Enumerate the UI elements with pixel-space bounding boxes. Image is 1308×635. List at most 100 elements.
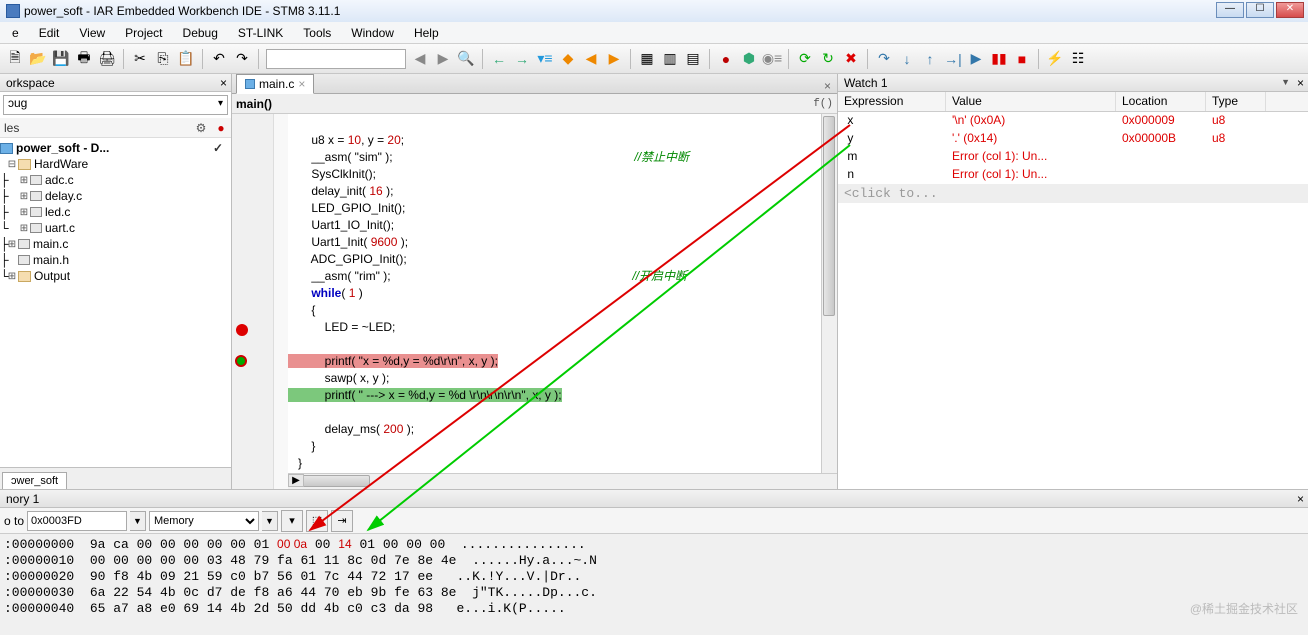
memory-goto-input[interactable] — [27, 511, 127, 531]
rebuild-icon[interactable]: ◉≡ — [761, 48, 783, 70]
watch-row[interactable]: nError (col 1): Un... — [838, 166, 1308, 184]
print-icon[interactable]: 🖨 — [96, 48, 118, 70]
find-prev-icon[interactable]: ◀ — [409, 48, 431, 70]
step-into-icon[interactable]: ↓ — [896, 48, 918, 70]
memory-close-icon[interactable]: × — [1297, 492, 1304, 506]
editor-scrollbar-horizontal[interactable]: ◀▶ — [288, 473, 837, 489]
watch-dropdown-icon[interactable]: ▼ — [1281, 77, 1290, 87]
menu-bar: e Edit View Project Debug ST-LINK Tools … — [0, 22, 1308, 44]
memory-hex-view[interactable]: :00000000 9a ca 00 00 00 00 00 01 00 0a … — [0, 534, 1308, 619]
reset-icon[interactable]: ■ — [1011, 48, 1033, 70]
watch-close-icon[interactable]: × — [1297, 76, 1304, 90]
menu-debug[interactable]: Debug — [173, 23, 228, 43]
watch-col-expression[interactable]: Expression — [838, 92, 946, 111]
find-icon[interactable]: 🔍 — [455, 48, 477, 70]
maximize-button[interactable]: ☐ — [1246, 2, 1274, 18]
files-column-header: les — [0, 121, 191, 135]
close-button[interactable]: ✕ — [1276, 2, 1304, 18]
memory-header: nory 1 × — [0, 490, 1308, 508]
timeline-icon[interactable]: ☷ — [1067, 48, 1089, 70]
project-node[interactable]: power_soft - D... — [16, 141, 109, 155]
editor-panel: main.c× main() f() u8 x = 10, y = 20; __… — [232, 74, 838, 489]
open-file-icon[interactable]: 📂 — [27, 48, 49, 70]
workspace-close-icon[interactable]: × — [220, 76, 227, 90]
step-out-icon[interactable]: ↑ — [919, 48, 941, 70]
memory-format-icon[interactable]: ▾ — [281, 510, 303, 532]
toggle-bp-icon[interactable]: ● — [715, 48, 737, 70]
next-bookmark-icon[interactable]: ▶ — [603, 48, 625, 70]
find-next-icon[interactable]: ▶ — [432, 48, 454, 70]
memory-region-select[interactable]: Memory — [149, 511, 259, 531]
file-adc[interactable]: adc.c — [45, 173, 74, 187]
save-icon[interactable]: 💾 — [50, 48, 72, 70]
compile-icon[interactable]: ▦ — [636, 48, 658, 70]
build-icon[interactable]: ▤ — [682, 48, 704, 70]
project-tree[interactable]: power_soft - D...✓ ⊟HardWare ├⊞adc.c ├⊞d… — [0, 138, 231, 467]
file-main-h[interactable]: main.h — [33, 253, 69, 267]
watch-add-row[interactable]: <click to... — [838, 184, 1308, 203]
build-all-icon[interactable]: ⬢ — [738, 48, 760, 70]
watch-col-location[interactable]: Location — [1116, 92, 1206, 111]
file-uart[interactable]: uart.c — [45, 221, 75, 235]
watch-row[interactable]: mError (col 1): Un... — [838, 148, 1308, 166]
memory-save-icon[interactable]: ⇥ — [331, 510, 353, 532]
workspace-tab[interactable]: ɔwer_soft — [2, 472, 67, 489]
step-over-icon[interactable]: ↷ — [873, 48, 895, 70]
nav-fwd-icon[interactable]: → — [511, 48, 533, 70]
function-picker-icon[interactable]: f() — [813, 98, 833, 110]
breakpoint-icon[interactable] — [236, 324, 248, 336]
new-file-icon[interactable]: 🗎 — [4, 48, 26, 70]
menu-tools[interactable]: Tools — [293, 23, 341, 43]
workspace-panel: orkspace × ɔug les ⚙ ● power_soft - D...… — [0, 74, 232, 489]
save-all-icon[interactable]: 🖶 — [73, 48, 95, 70]
download-icon[interactable]: ⟳ — [794, 48, 816, 70]
file-led[interactable]: led.c — [45, 205, 70, 219]
search-input[interactable] — [266, 49, 406, 69]
gear-icon[interactable]: ⚙ — [191, 121, 211, 135]
paste-icon[interactable]: 📋 — [175, 48, 197, 70]
go-icon[interactable]: ▶ — [965, 48, 987, 70]
memory-panel: nory 1 × o to ▼ Memory▼ ▾ ⬚ ⇥ :00000000 … — [0, 489, 1308, 632]
function-nav[interactable]: main() — [236, 97, 272, 111]
watch-col-value[interactable]: Value — [946, 92, 1116, 111]
watch-col-type[interactable]: Type — [1206, 92, 1266, 111]
undo-icon[interactable]: ↶ — [208, 48, 230, 70]
editor-tab[interactable]: main.c× — [236, 74, 314, 94]
toggle-bookmark-icon[interactable]: ◆ — [557, 48, 579, 70]
workspace-header: orkspace × — [0, 74, 231, 92]
stop-debug-icon[interactable]: ✖ — [840, 48, 862, 70]
code-editor[interactable]: u8 x = 10, y = 20; __asm( "sim" ); //禁止中… — [288, 116, 689, 472]
config-dropdown[interactable]: ɔug — [3, 95, 228, 115]
memory-refresh-icon[interactable]: ⬚ — [306, 510, 328, 532]
prev-bookmark-icon[interactable]: ◀ — [580, 48, 602, 70]
menu-project[interactable]: Project — [115, 23, 172, 43]
file-delay[interactable]: delay.c — [45, 189, 82, 203]
menu-edit[interactable]: Edit — [29, 23, 70, 43]
copy-icon[interactable]: ⎘ — [152, 48, 174, 70]
menu-file[interactable]: e — [2, 23, 29, 43]
menu-window[interactable]: Window — [341, 23, 404, 43]
watch-row[interactable]: y'.' (0x14)0x00000Bu8 — [838, 130, 1308, 148]
editor-scrollbar-vertical[interactable] — [821, 114, 837, 473]
cut-icon[interactable]: ✂ — [129, 48, 151, 70]
menu-view[interactable]: View — [69, 23, 115, 43]
hardware-folder[interactable]: HardWare — [34, 157, 88, 171]
output-folder[interactable]: Output — [34, 269, 70, 283]
trace-icon[interactable]: ⚡ — [1044, 48, 1066, 70]
bookmark-icon[interactable]: ▾≡ — [534, 48, 556, 70]
watch-table[interactable]: Expression Value Location Type x'\n' (0x… — [838, 92, 1308, 489]
goto-dropdown-icon[interactable]: ▼ — [130, 511, 146, 531]
restart-icon[interactable]: ↻ — [817, 48, 839, 70]
nav-back-icon[interactable]: ← — [488, 48, 510, 70]
current-line-icon — [235, 355, 247, 367]
region-dropdown-icon[interactable]: ▼ — [262, 511, 278, 531]
run-to-cursor-icon[interactable]: →| — [942, 48, 964, 70]
make-icon[interactable]: ▥ — [659, 48, 681, 70]
redo-icon[interactable]: ↷ — [231, 48, 253, 70]
watch-row[interactable]: x'\n' (0x0A)0x000009u8 — [838, 112, 1308, 130]
minimize-button[interactable]: — — [1216, 2, 1244, 18]
menu-help[interactable]: Help — [404, 23, 449, 43]
file-main-c[interactable]: main.c — [33, 237, 68, 251]
break-icon[interactable]: ▮▮ — [988, 48, 1010, 70]
menu-stlink[interactable]: ST-LINK — [228, 23, 293, 43]
